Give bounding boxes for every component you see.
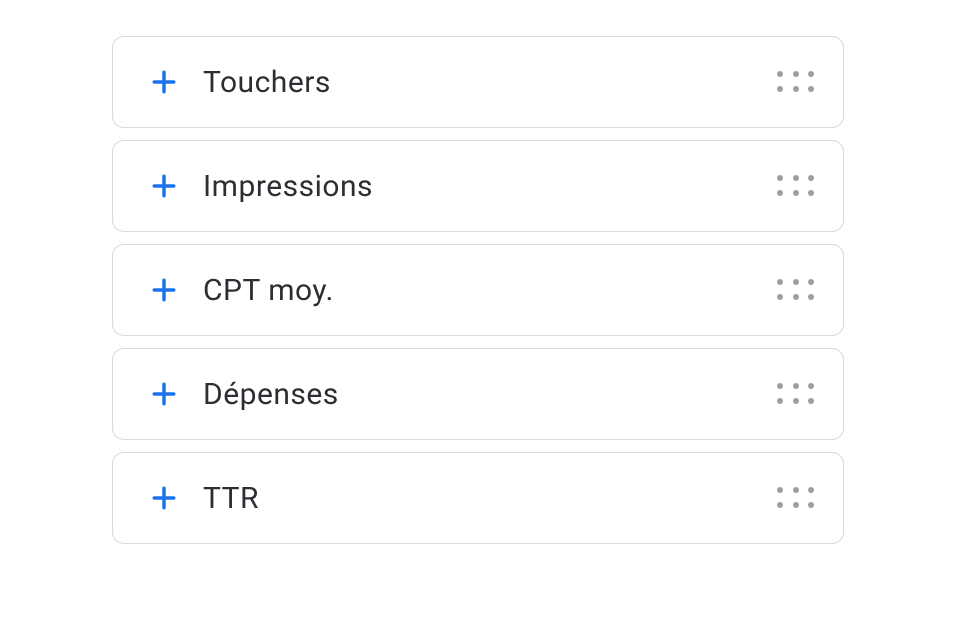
- metric-label: TTR: [203, 481, 777, 516]
- metric-label: Dépenses: [203, 377, 777, 412]
- metric-row-impressions[interactable]: Impressions: [112, 140, 844, 232]
- plus-icon[interactable]: [147, 485, 181, 511]
- drag-handle-icon[interactable]: [777, 383, 815, 405]
- drag-handle-icon[interactable]: [777, 279, 815, 301]
- metric-label: Touchers: [203, 65, 777, 100]
- metric-row-ttr[interactable]: TTR: [112, 452, 844, 544]
- metrics-list: Touchers Impressions CPT moy. Dépenses: [112, 36, 844, 544]
- metric-row-cpt-moy[interactable]: CPT moy.: [112, 244, 844, 336]
- plus-icon[interactable]: [147, 277, 181, 303]
- metric-row-touchers[interactable]: Touchers: [112, 36, 844, 128]
- plus-icon[interactable]: [147, 69, 181, 95]
- metric-label: Impressions: [203, 169, 777, 204]
- metric-label: CPT moy.: [203, 273, 777, 308]
- plus-icon[interactable]: [147, 381, 181, 407]
- metric-row-depenses[interactable]: Dépenses: [112, 348, 844, 440]
- drag-handle-icon[interactable]: [777, 487, 815, 509]
- drag-handle-icon[interactable]: [777, 71, 815, 93]
- plus-icon[interactable]: [147, 173, 181, 199]
- drag-handle-icon[interactable]: [777, 175, 815, 197]
